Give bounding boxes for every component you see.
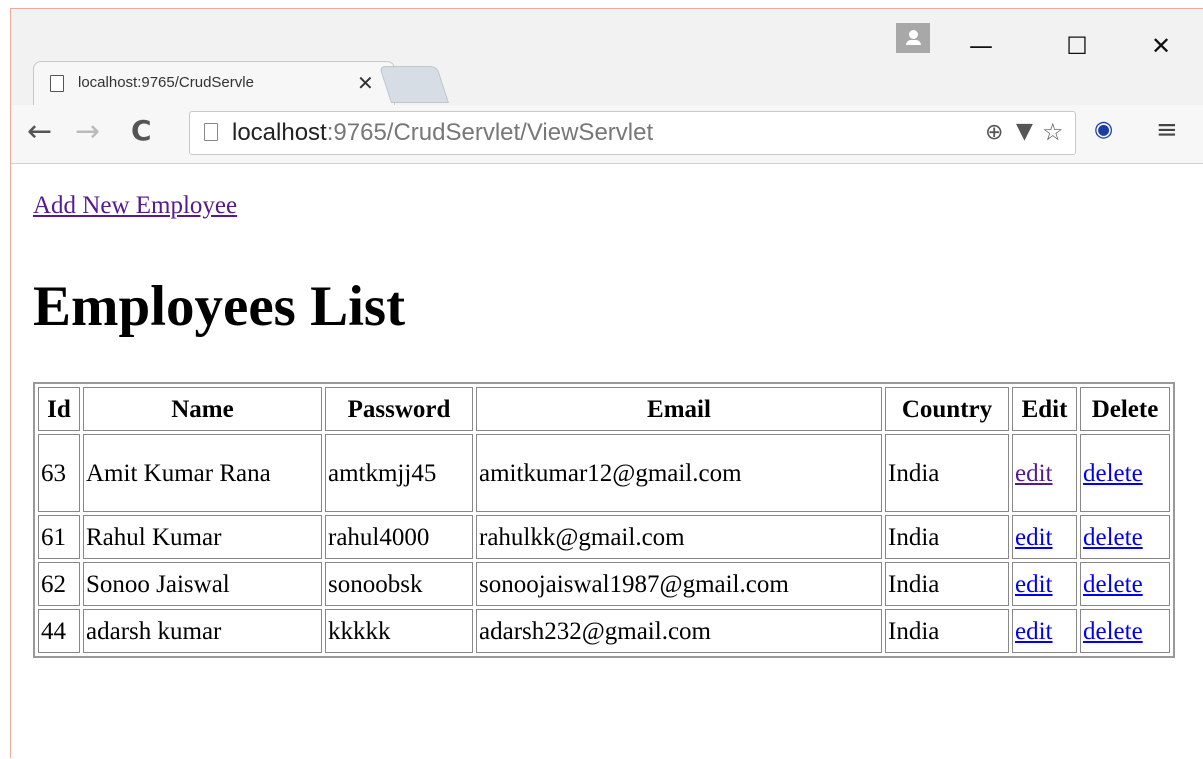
url-host: localhost <box>232 119 327 146</box>
menu-icon[interactable]: ≡ <box>1156 115 1178 145</box>
browser-window: — ☐ ✕ localhost:9765/CrudServle ✕ ← → C … <box>10 8 1203 759</box>
cell-password: sonoobsk <box>325 562 473 606</box>
cell-delete: delete <box>1080 609 1170 653</box>
column-header-delete: Delete <box>1080 387 1170 431</box>
tab-close-icon[interactable]: ✕ <box>357 71 374 95</box>
cell-delete: delete <box>1080 515 1170 559</box>
page-icon <box>50 75 64 92</box>
cell-delete: delete <box>1080 562 1170 606</box>
edit-link[interactable]: edit <box>1015 460 1053 487</box>
add-new-employee-link[interactable]: Add New Employee <box>33 192 237 220</box>
title-bar: — ☐ ✕ localhost:9765/CrudServle ✕ <box>11 9 1203 106</box>
cell-country: India <box>885 434 1009 512</box>
delete-link[interactable]: delete <box>1083 524 1143 551</box>
maximize-button[interactable]: ☐ <box>1057 31 1097 61</box>
cell-country: India <box>885 609 1009 653</box>
cell-name: Rahul Kumar <box>83 515 322 559</box>
cell-password: kkkkk <box>325 609 473 653</box>
cell-name: adarsh kumar <box>83 609 322 653</box>
cell-id: 63 <box>38 434 80 512</box>
cell-password: rahul4000 <box>325 515 473 559</box>
edit-link[interactable]: edit <box>1015 571 1053 598</box>
column-header-country: Country <box>885 387 1009 431</box>
cell-edit: edit <box>1012 515 1077 559</box>
close-window-button[interactable]: ✕ <box>1141 31 1181 61</box>
column-header-name: Name <box>83 387 322 431</box>
edit-link[interactable]: edit <box>1015 524 1053 551</box>
delete-link[interactable]: delete <box>1083 460 1143 487</box>
table-row: 44 adarsh kumar kkkkk adarsh232@gmail.co… <box>38 609 1170 653</box>
cell-country: India <box>885 562 1009 606</box>
profile-icon[interactable] <box>896 23 930 53</box>
cell-edit: edit <box>1012 609 1077 653</box>
cell-edit: edit <box>1012 562 1077 606</box>
table-row: 61 Rahul Kumar rahul4000 rahulkk@gmail.c… <box>38 515 1170 559</box>
url-text: localhost:9765/CrudServlet/ViewServlet <box>232 119 653 147</box>
cell-email: adarsh232@gmail.com <box>476 609 882 653</box>
cell-email: rahulkk@gmail.com <box>476 515 882 559</box>
cell-id: 44 <box>38 609 80 653</box>
toolbar: ← → C localhost:9765/CrudServlet/ViewSer… <box>11 105 1203 164</box>
minimize-button[interactable]: — <box>961 31 1001 61</box>
star-icon[interactable]: ☆ <box>1042 118 1064 146</box>
edit-link[interactable]: edit <box>1015 618 1053 645</box>
table-row: 63 Amit Kumar Rana amtkmjj45 amitkumar12… <box>38 434 1170 512</box>
cell-name: Sonoo Jaiswal <box>83 562 322 606</box>
cell-country: India <box>885 515 1009 559</box>
tab-title: localhost:9765/CrudServle <box>78 74 254 91</box>
delete-link[interactable]: delete <box>1083 571 1143 598</box>
employees-table: Id Name Password Email Country Edit Dele… <box>33 382 1175 658</box>
column-header-email: Email <box>476 387 882 431</box>
back-arrow-icon[interactable]: ← <box>27 114 52 149</box>
table-row: 62 Sonoo Jaiswal sonoobsk sonoojaiswal19… <box>38 562 1170 606</box>
cell-id: 62 <box>38 562 80 606</box>
tab-active[interactable]: localhost:9765/CrudServle ✕ <box>33 61 395 106</box>
cell-password: amtkmjj45 <box>325 434 473 512</box>
new-tab-button[interactable] <box>378 66 450 103</box>
forward-arrow-icon[interactable]: → <box>75 114 100 149</box>
cell-edit: edit <box>1012 434 1077 512</box>
table-header-row: Id Name Password Email Country Edit Dele… <box>38 387 1170 431</box>
cell-id: 61 <box>38 515 80 559</box>
zoom-icon[interactable]: ⊕ <box>985 120 1003 145</box>
extension-icon[interactable]: ◉ <box>1094 117 1113 142</box>
cell-email: sonoojaiswal1987@gmail.com <box>476 562 882 606</box>
column-header-id: Id <box>38 387 80 431</box>
page-title: Employees List <box>33 275 406 338</box>
column-header-password: Password <box>325 387 473 431</box>
delete-link[interactable]: delete <box>1083 618 1143 645</box>
page-icon <box>204 123 218 141</box>
reload-icon[interactable]: C <box>131 114 152 147</box>
url-path: :9765/CrudServlet/ViewServlet <box>326 119 654 146</box>
page-content: Add New Employee Employees List Id Name … <box>11 164 1203 759</box>
key-icon[interactable]: ▼ <box>1016 119 1033 144</box>
cell-email: amitkumar12@gmail.com <box>476 434 882 512</box>
cell-delete: delete <box>1080 434 1170 512</box>
cell-name: Amit Kumar Rana <box>83 434 322 512</box>
address-bar[interactable]: localhost:9765/CrudServlet/ViewServlet ⊕… <box>189 111 1076 155</box>
column-header-edit: Edit <box>1012 387 1077 431</box>
